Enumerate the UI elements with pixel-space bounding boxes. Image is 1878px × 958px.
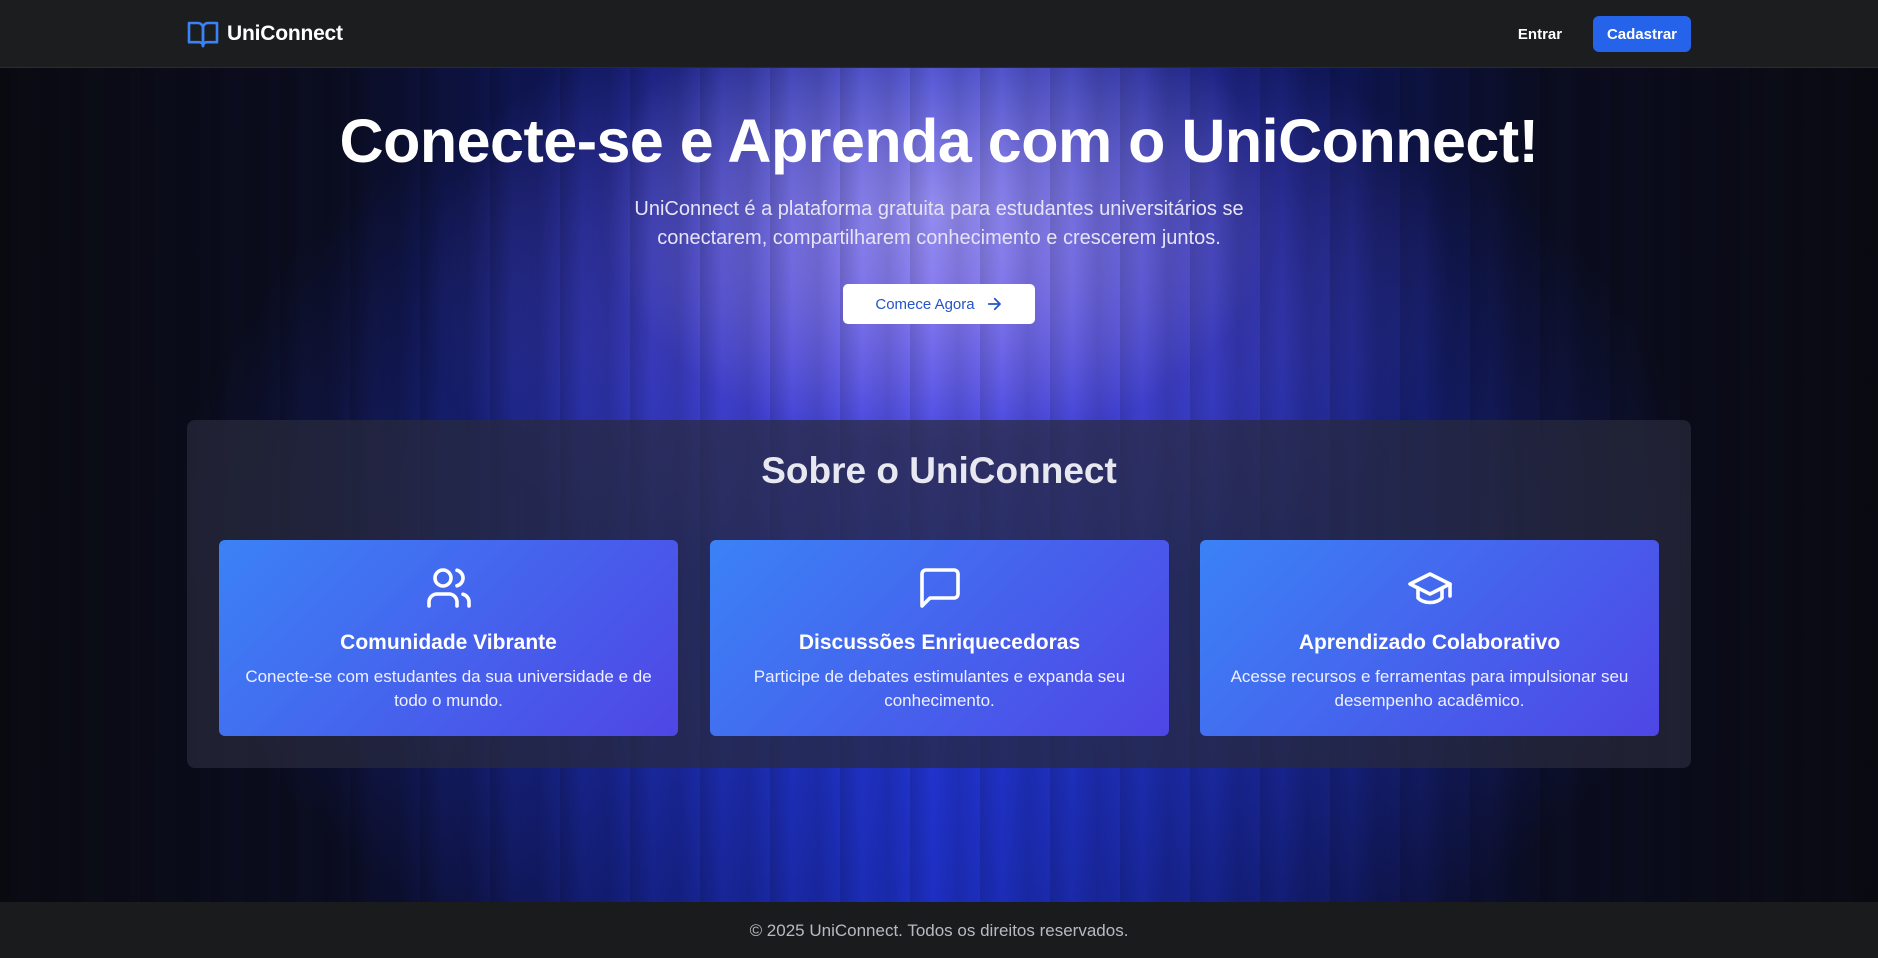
users-icon (427, 568, 471, 608)
signup-button[interactable]: Cadastrar (1593, 16, 1691, 52)
about-title: Sobre o UniConnect (761, 450, 1117, 491)
hero-subtitle: UniConnect é a plataforma gratuita para … (634, 198, 1244, 249)
feature-card-community: Comunidade Vibrante Conecte-se com estud… (219, 540, 678, 736)
about-section: Sobre o UniConnect Comunidade Vibrante C… (187, 420, 1691, 768)
get-started-button[interactable]: Comece Agora (843, 284, 1035, 324)
hero-title: Conecte-se e Aprenda com o UniConnect! (339, 107, 1539, 175)
feature-card-description: Acesse recursos e ferramentas para impul… (1230, 667, 1629, 710)
feature-card-description: Conecte-se com estudantes da sua univers… (245, 667, 652, 710)
message-square-icon (920, 568, 960, 608)
get-started-label: Comece Agora (875, 295, 975, 313)
copyright-text: © 2025 UniConnect. Todos os direitos res… (749, 921, 1129, 940)
feature-card-discussions: Discussões Enriquecedoras Participe de d… (710, 540, 1169, 736)
feature-card-title: Discussões Enriquecedoras (798, 631, 1081, 654)
feature-card-description: Participe de debates estimulantes e expa… (753, 667, 1126, 710)
feature-card-title: Aprendizado Colaborativo (1298, 631, 1561, 654)
arrow-right-icon (987, 297, 1001, 311)
feature-card-title: Comunidade Vibrante (340, 631, 557, 654)
brand-name: UniConnect (227, 22, 343, 45)
brand-logo[interactable]: UniConnect (187, 19, 343, 49)
login-button[interactable]: Entrar (1500, 16, 1580, 52)
book-open-icon (187, 21, 219, 48)
page-footer: © 2025 UniConnect. Todos os direitos res… (0, 902, 1878, 958)
top-nav: UniConnect Entrar Cadastrar (0, 0, 1878, 68)
feature-card-learning: Aprendizado Colaborativo Acesse recursos… (1200, 540, 1659, 736)
graduation-cap-icon (1408, 572, 1452, 605)
